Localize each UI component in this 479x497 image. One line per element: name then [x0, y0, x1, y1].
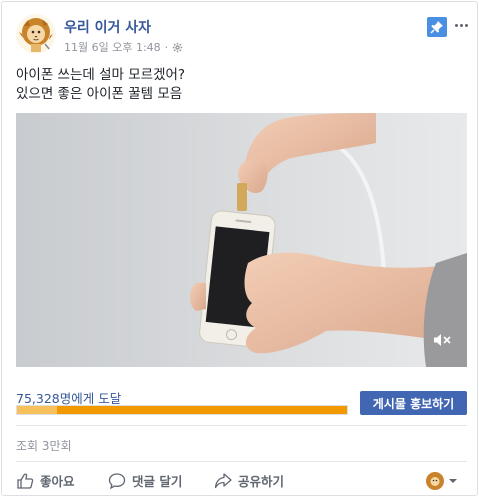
paid-reach-fill	[56, 406, 347, 414]
reach-progress-bar	[16, 405, 348, 415]
comment-button[interactable]: 댓글 달기	[108, 471, 182, 490]
like-button[interactable]: 좋아요	[16, 471, 75, 490]
divider	[16, 425, 467, 426]
share-icon	[214, 472, 232, 488]
boost-post-button[interactable]: 게시물 홍보하기	[360, 391, 467, 415]
comment-icon	[108, 472, 126, 489]
divider	[16, 461, 467, 462]
mute-icon[interactable]	[433, 333, 451, 347]
share-label: 공유하기	[238, 474, 285, 489]
like-label: 좋아요	[40, 474, 75, 489]
like-icon	[17, 472, 34, 489]
comment-label: 댓글 달기	[132, 474, 183, 489]
view-count: 조회 3만회	[16, 439, 72, 453]
organic-reach-fill	[17, 406, 57, 414]
reaction-identity-selector[interactable]	[426, 472, 458, 490]
post-meta: 11월 6일 오후 1:48 ·	[64, 39, 183, 55]
meta-separator: ·	[164, 40, 169, 54]
post-video[interactable]	[16, 113, 467, 367]
privacy-settings-icon[interactable]	[172, 42, 183, 53]
page-avatar-small-icon	[426, 472, 444, 490]
post-text: 아이폰 쓰는데 설마 모르겠어? 있으면 좋은 아이폰 꿀템 모음	[16, 66, 185, 104]
chevron-down-icon	[449, 479, 457, 483]
share-button[interactable]: 공유하기	[214, 471, 284, 490]
pin-icon[interactable]	[427, 17, 447, 37]
post-timestamp[interactable]: 11월 6일 오후 1:48	[64, 39, 161, 55]
post-text-line: 아이폰 쓰는데 설마 모르겠어?	[16, 67, 186, 83]
post-card: 우리 이거 사자 11월 6일 오후 1:48 · 아이폰 쓰는데 설마 모르겠…	[1, 1, 478, 496]
page-name-link[interactable]: 우리 이거 사자	[64, 17, 151, 37]
post-text-line: 있으면 좋은 아이폰 꿀템 모음	[16, 86, 183, 102]
more-options-icon[interactable]	[452, 16, 470, 34]
page-avatar[interactable]	[16, 14, 56, 54]
